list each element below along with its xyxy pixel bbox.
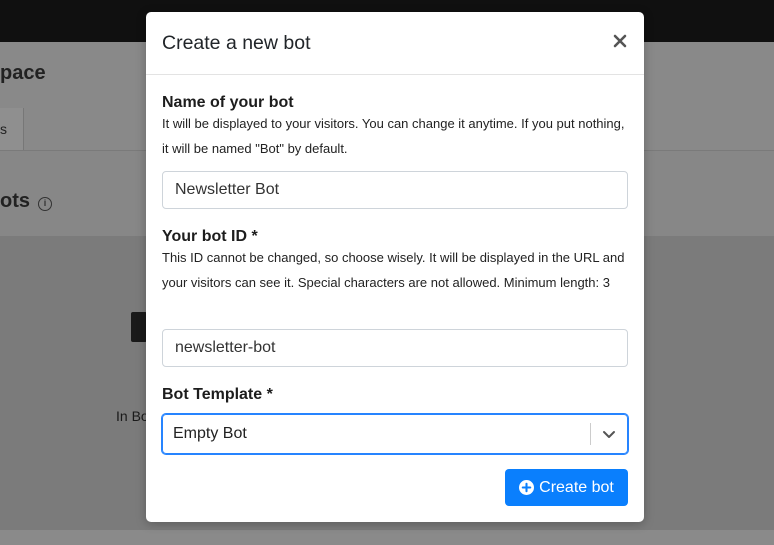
bot-name-input[interactable] [162,171,628,209]
bot-item-label: In Bo [116,408,149,424]
create-bot-label: Create bot [539,478,614,496]
workspace-tab-label: s [0,121,7,137]
bot-template-selected: Empty Bot [173,425,247,442]
modal-title: Create a new bot [162,32,311,54]
close-icon [613,34,627,48]
bot-template-select[interactable]: Empty Bot [162,414,628,454]
bot-id-label: Your bot ID * [162,228,258,245]
bot-name-label: Name of your bot [162,94,294,111]
plus-circle-icon [519,480,535,495]
bot-id-field: Your bot ID * This ID cannot be changed,… [162,228,628,295]
bot-template-label: Bot Template * [162,386,273,403]
bots-section-title: ots [0,190,30,212]
bot-name-field: Name of your bot It will be displayed to… [162,94,628,161]
page-footer [0,530,774,545]
archive-icon [131,312,147,342]
close-button[interactable] [612,30,628,52]
modal-header: Create a new bot [146,12,644,75]
create-bot-modal: Create a new bot Name of your bot It wil… [146,12,644,522]
workspace-title: pace [0,62,46,84]
create-bot-button[interactable]: Create bot [505,469,628,506]
bot-id-help: This ID cannot be changed, so choose wis… [162,250,625,290]
chevron-down-icon[interactable] [601,426,617,442]
bot-id-input[interactable] [162,329,628,367]
info-circle-icon: i [38,197,52,211]
select-separator [590,423,591,445]
bot-name-help: It will be displayed to your visitors. Y… [162,116,625,156]
bot-template-field: Bot Template * [162,386,628,404]
